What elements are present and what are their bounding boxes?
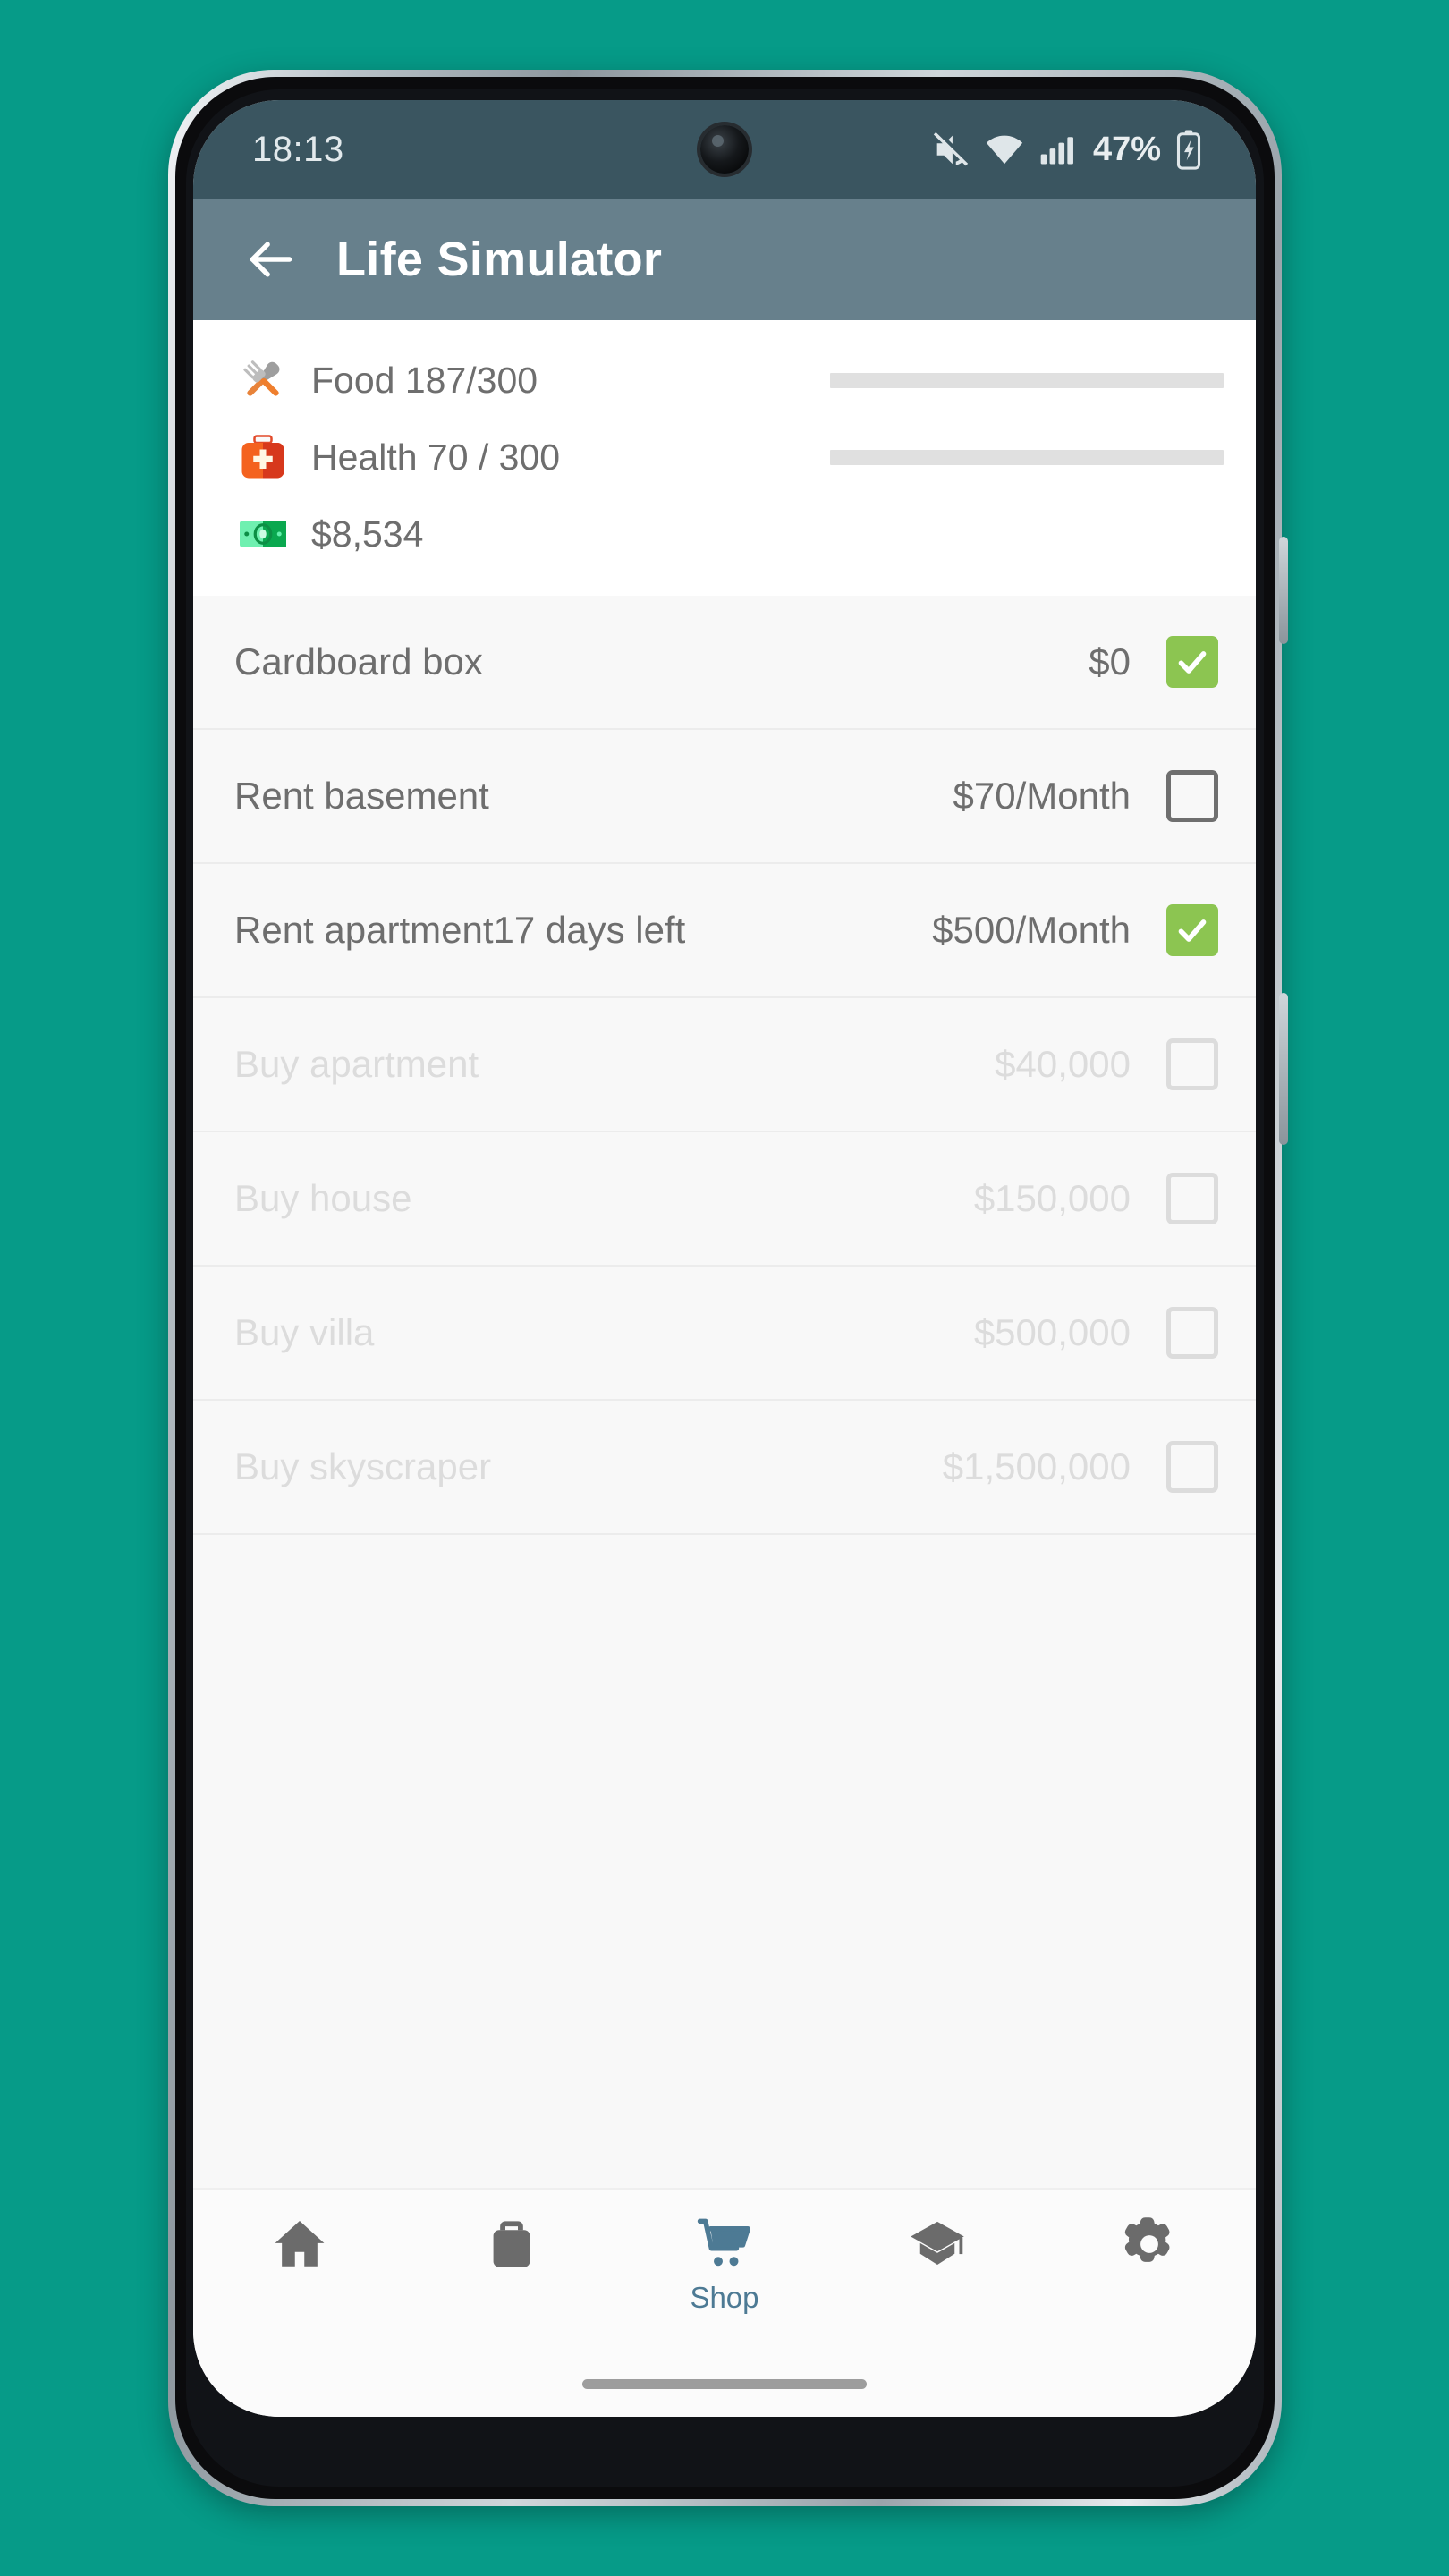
stat-label-health: Health 70 / 300 [311, 436, 561, 478]
front-camera-punch-hole [700, 125, 749, 174]
status-clock: 18:13 [252, 129, 344, 169]
nav-item-shop[interactable]: Shop [618, 2213, 831, 2315]
table-row: Buy house $150,000 [193, 1132, 1256, 1267]
shop-item-checkbox [1166, 1441, 1218, 1493]
shop-item-checkbox[interactable] [1166, 904, 1218, 956]
nav-item-settings[interactable] [1043, 2213, 1256, 2281]
gear-icon [1118, 2213, 1181, 2275]
food-utensils-icon [234, 352, 292, 409]
shop-item-price: $150,000 [973, 1177, 1131, 1219]
shop-item-name: Rent apartment [234, 909, 494, 951]
status-icons: 47% [930, 129, 1204, 170]
shop-item-price: $0 [1089, 640, 1131, 682]
battery-icon [1174, 129, 1204, 170]
shop-item-checkbox [1166, 1307, 1218, 1359]
nav-item-job[interactable] [406, 2213, 619, 2281]
wifi-icon [984, 129, 1025, 170]
device-screen: 18:13 47% Life Simulator Food 187/300 He… [193, 100, 1256, 2417]
shop-item-name: Buy villa [234, 1311, 375, 1353]
graduation-cap-icon [906, 2213, 969, 2275]
stats-panel: Food 187/300 Health 70 / 300 $8,534 [193, 320, 1256, 596]
home-icon [268, 2213, 331, 2275]
shop-item-price: $70/Month [953, 775, 1131, 817]
battery-percent-label: 47% [1092, 130, 1161, 168]
nav-label-shop: Shop [690, 2281, 759, 2314]
money-banknote-icon [234, 505, 292, 563]
shop-item-name: Rent basement [234, 775, 489, 817]
signal-icon [1038, 130, 1077, 169]
status-bar: 18:13 47% [193, 100, 1256, 199]
shop-item-name: Cardboard box [234, 640, 483, 682]
shop-item-price: $1,500,000 [942, 1445, 1131, 1487]
food-progress-bar [830, 372, 1224, 388]
health-kit-icon [234, 428, 292, 486]
nav-item-home[interactable] [193, 2213, 406, 2281]
stat-row-money: $8,534 [193, 496, 1256, 572]
briefcase-icon [480, 2213, 543, 2275]
shop-item-days: 17 days left [493, 909, 686, 951]
shop-item-price: $500/Month [932, 909, 1131, 951]
volume-up-button[interactable] [1279, 537, 1288, 644]
volume-down-button[interactable] [1279, 993, 1288, 1145]
shop-item-name: Buy house [234, 1177, 412, 1219]
table-row: Buy villa $500,000 [193, 1267, 1256, 1401]
back-arrow-icon[interactable] [243, 232, 299, 287]
table-row: Buy skyscraper $1,500,000 [193, 1401, 1256, 1535]
app-bar: Life Simulator [193, 199, 1256, 320]
table-row[interactable]: Cardboard box $0 [193, 596, 1256, 730]
table-row[interactable]: Rent basement $70/Month [193, 730, 1256, 864]
bottom-navigation-bar: Shop [193, 2188, 1256, 2351]
table-row: Buy apartment $40,000 [193, 998, 1256, 1132]
shop-item-price: $500,000 [973, 1311, 1131, 1353]
page-title: Life Simulator [336, 233, 663, 286]
shop-item-name: Buy apartment [234, 1043, 479, 1085]
stat-row-health: Health 70 / 300 [193, 419, 1256, 496]
stat-row-food: Food 187/300 [193, 342, 1256, 419]
screenshot-root: 18:13 47% Life Simulator Food 187/300 He… [0, 0, 1449, 2576]
mute-icon [930, 129, 971, 170]
health-progress-bar [830, 449, 1224, 465]
shop-item-price: $40,000 [995, 1043, 1131, 1085]
shopping-cart-icon [693, 2213, 756, 2275]
nav-item-education[interactable] [831, 2213, 1044, 2281]
gesture-handle[interactable] [582, 2378, 867, 2389]
shop-item-name: Buy skyscraper [234, 1445, 492, 1487]
stat-label-food: Food 187/300 [311, 359, 538, 401]
shop-item-checkbox [1166, 1173, 1218, 1224]
shop-item-checkbox[interactable] [1166, 770, 1218, 822]
system-gesture-bar [193, 2351, 1256, 2417]
shop-item-list: Cardboard box $0 Rent basement $70/Month… [193, 596, 1256, 2188]
shop-item-checkbox[interactable] [1166, 636, 1218, 688]
shop-item-checkbox [1166, 1038, 1218, 1090]
stat-label-money: $8,534 [311, 513, 424, 555]
table-row[interactable]: Rent apartment 17 days left $500/Month [193, 864, 1256, 998]
